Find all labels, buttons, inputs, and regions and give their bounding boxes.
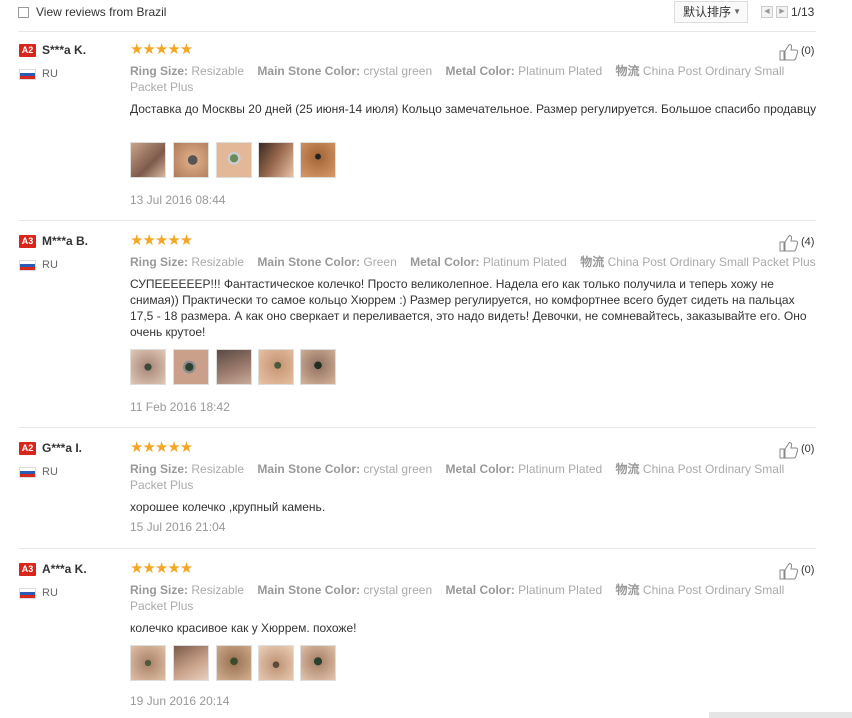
reviewer-country: RU: [42, 466, 58, 478]
next-page-button[interactable]: ▶: [776, 6, 788, 18]
metal-color-value: Platinum Plated: [482, 255, 567, 269]
stone-color-label: Main Stone Color:: [257, 583, 361, 597]
buyer-level-badge: A3: [19, 563, 36, 576]
thumbs-up-icon[interactable]: [779, 43, 799, 61]
buyer-level-badge: A2: [19, 442, 36, 455]
russia-flag-icon: [19, 69, 36, 80]
russia-flag-icon: [19, 588, 36, 599]
divider: [18, 548, 816, 549]
review-date: 11 Feb 2016 18:42: [130, 400, 230, 414]
stone-color-value: Green: [363, 255, 397, 269]
reviewer-country: RU: [42, 68, 58, 80]
horizontal-scrollbar[interactable]: [709, 712, 852, 718]
reviewer-country: RU: [42, 587, 58, 599]
review-toolbar: View reviews from Brazil 默认排序 ▼ ◀ ▶ 1/13: [0, 0, 852, 28]
logistics-label: 物流: [615, 583, 640, 597]
thumbs-up-icon[interactable]: [779, 234, 799, 252]
review-photo-thumbnail[interactable]: [173, 349, 209, 385]
logistics-label: 物流: [615, 64, 640, 78]
ring-size-value: Resizable: [191, 255, 245, 269]
star-rating: ★★★★★: [130, 560, 193, 577]
product-attributes: Ring Size: Resizable Main Stone Color: c…: [130, 63, 820, 95]
review-photo-thumbnail[interactable]: [130, 349, 166, 385]
ring-size-label: Ring Size:: [130, 64, 189, 78]
review-text: Доставка до Москвы 20 дней (25 июня-14 и…: [130, 102, 817, 116]
stone-color-label: Main Stone Color:: [257, 64, 361, 78]
reviewer-name: M***a B.: [42, 234, 89, 248]
product-attributes: Ring Size: Resizable Main Stone Color: G…: [130, 254, 820, 270]
product-attributes: Ring Size: Resizable Main Stone Color: c…: [130, 461, 820, 493]
metal-color-label: Metal Color:: [445, 64, 515, 78]
prev-page-button[interactable]: ◀: [761, 6, 773, 18]
metal-color-label: Metal Color:: [445, 583, 515, 597]
review-photo-thumbnail[interactable]: [216, 349, 252, 385]
review-photo-thumbnail[interactable]: [300, 142, 336, 178]
brazil-filter-label[interactable]: View reviews from Brazil: [36, 5, 166, 19]
product-attributes: Ring Size: Resizable Main Stone Color: c…: [130, 582, 820, 614]
star-rating: ★★★★★: [130, 439, 193, 456]
review-date: 15 Jul 2016 21:04: [130, 520, 226, 534]
metal-color-label: Metal Color:: [410, 255, 480, 269]
russia-flag-icon: [19, 260, 36, 271]
reviewer-name: G***a I.: [42, 441, 83, 455]
divider: [18, 31, 816, 32]
star-rating: ★★★★★: [130, 232, 193, 249]
stone-color-label: Main Stone Color:: [257, 462, 361, 476]
like-count: (0): [801, 443, 815, 455]
metal-color-value: Platinum Plated: [518, 64, 603, 78]
metal-color-value: Platinum Plated: [518, 462, 603, 476]
review-text: хорошее колечко ,крупный камень.: [130, 500, 326, 514]
ring-size-value: Resizable: [191, 64, 245, 78]
stone-color-value: crystal green: [363, 462, 433, 476]
buyer-level-badge: A3: [19, 235, 36, 248]
like-count: (0): [801, 564, 815, 576]
review-text: СУПЕЕЕЕЕЕР!!! Фантастическое колечко! Пр…: [130, 277, 807, 339]
review-photo-thumbnail[interactable]: [173, 645, 209, 681]
logistics-label: 物流: [615, 462, 640, 476]
ring-size-label: Ring Size:: [130, 255, 189, 269]
review-photo-thumbnail[interactable]: [216, 645, 252, 681]
review-photo-thumbnail[interactable]: [258, 645, 294, 681]
like-count: (4): [801, 236, 815, 248]
review-date: 13 Jul 2016 08:44: [130, 193, 226, 207]
review-photo-thumbnail[interactable]: [300, 645, 336, 681]
reviewer-country: RU: [42, 259, 58, 271]
like-count: (0): [801, 45, 815, 57]
ring-size-value: Resizable: [191, 462, 245, 476]
review-photo-thumbnail[interactable]: [216, 142, 252, 178]
thumbs-up-icon[interactable]: [779, 441, 799, 459]
review-text: колечко красивое как у Хюррем. похоже!: [130, 621, 357, 635]
review-photo-thumbnail[interactable]: [258, 142, 294, 178]
buyer-level-badge: A2: [19, 44, 36, 57]
stone-color-value: crystal green: [363, 583, 433, 597]
metal-color-label: Metal Color:: [445, 462, 515, 476]
reviewer-name: A***a K.: [42, 562, 87, 576]
stone-color-value: crystal green: [363, 64, 433, 78]
ring-size-label: Ring Size:: [130, 583, 189, 597]
review-photo-thumbnail[interactable]: [130, 142, 166, 178]
review-photo-thumbnail[interactable]: [300, 349, 336, 385]
ring-size-value: Resizable: [191, 583, 245, 597]
star-rating: ★★★★★: [130, 41, 193, 58]
review-date: 19 Jun 2016 20:14: [130, 694, 230, 708]
thumbs-up-icon[interactable]: [779, 562, 799, 580]
review-photo-thumbnail[interactable]: [173, 142, 209, 178]
logistics-value: China Post Ordinary Small Packet Plus: [607, 255, 816, 269]
russia-flag-icon: [19, 467, 36, 478]
stone-color-label: Main Stone Color:: [257, 255, 361, 269]
divider: [18, 427, 816, 428]
page-indicator: 1/13: [791, 5, 815, 19]
sort-dropdown[interactable]: 默认排序 ▼: [674, 1, 748, 23]
logistics-label: 物流: [580, 255, 605, 269]
chevron-down-icon: ▼: [733, 7, 741, 16]
reviewer-name: S***a K.: [42, 43, 87, 57]
ring-size-label: Ring Size:: [130, 462, 189, 476]
brazil-filter-checkbox[interactable]: [18, 7, 29, 18]
divider: [18, 220, 816, 221]
review-photo-thumbnail[interactable]: [130, 645, 166, 681]
sort-label: 默认排序: [683, 5, 732, 19]
metal-color-value: Platinum Plated: [518, 583, 603, 597]
review-photo-thumbnail[interactable]: [258, 349, 294, 385]
